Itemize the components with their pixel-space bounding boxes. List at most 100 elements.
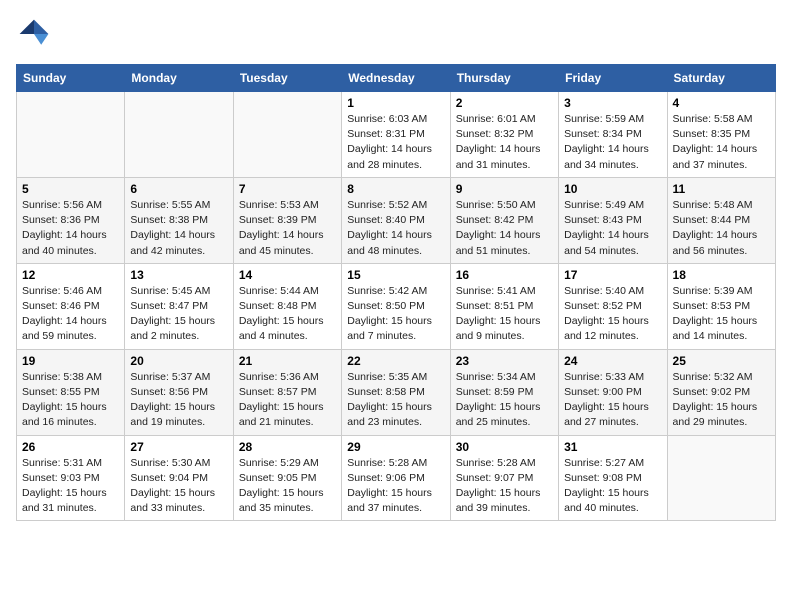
column-header-tuesday: Tuesday bbox=[233, 65, 341, 92]
calendar-cell: 24 Sunrise: 5:33 AMSunset: 9:00 PMDayligh… bbox=[559, 349, 667, 435]
day-info: Sunrise: 5:33 AMSunset: 9:00 PMDaylight:… bbox=[564, 370, 661, 431]
calendar-header-row: SundayMondayTuesdayWednesdayThursdayFrid… bbox=[17, 65, 776, 92]
column-header-thursday: Thursday bbox=[450, 65, 558, 92]
day-number: 26 bbox=[22, 440, 119, 454]
calendar-week-3: 12 Sunrise: 5:46 AMSunset: 8:46 PMDayligh… bbox=[17, 263, 776, 349]
day-info: Sunrise: 5:27 AMSunset: 9:08 PMDaylight:… bbox=[564, 456, 661, 517]
day-number: 10 bbox=[564, 182, 661, 196]
calendar-table: SundayMondayTuesdayWednesdayThursdayFrid… bbox=[16, 64, 776, 521]
day-info: Sunrise: 5:34 AMSunset: 8:59 PMDaylight:… bbox=[456, 370, 553, 431]
day-number: 24 bbox=[564, 354, 661, 368]
calendar-cell: 26 Sunrise: 5:31 AMSunset: 9:03 PMDayligh… bbox=[17, 435, 125, 521]
calendar-cell: 23 Sunrise: 5:34 AMSunset: 8:59 PMDayligh… bbox=[450, 349, 558, 435]
calendar-cell: 15 Sunrise: 5:42 AMSunset: 8:50 PMDayligh… bbox=[342, 263, 450, 349]
calendar-cell: 30 Sunrise: 5:28 AMSunset: 9:07 PMDayligh… bbox=[450, 435, 558, 521]
day-info: Sunrise: 5:50 AMSunset: 8:42 PMDaylight:… bbox=[456, 198, 553, 259]
calendar-cell: 13 Sunrise: 5:45 AMSunset: 8:47 PMDayligh… bbox=[125, 263, 233, 349]
day-info: Sunrise: 5:29 AMSunset: 9:05 PMDaylight:… bbox=[239, 456, 336, 517]
day-info: Sunrise: 5:48 AMSunset: 8:44 PMDaylight:… bbox=[673, 198, 770, 259]
day-number: 31 bbox=[564, 440, 661, 454]
day-number: 28 bbox=[239, 440, 336, 454]
calendar-cell: 19 Sunrise: 5:38 AMSunset: 8:55 PMDayligh… bbox=[17, 349, 125, 435]
day-info: Sunrise: 5:53 AMSunset: 8:39 PMDaylight:… bbox=[239, 198, 336, 259]
calendar-cell: 16 Sunrise: 5:41 AMSunset: 8:51 PMDayligh… bbox=[450, 263, 558, 349]
calendar-cell: 27 Sunrise: 5:30 AMSunset: 9:04 PMDayligh… bbox=[125, 435, 233, 521]
day-number: 30 bbox=[456, 440, 553, 454]
day-info: Sunrise: 5:40 AMSunset: 8:52 PMDaylight:… bbox=[564, 284, 661, 345]
day-info: Sunrise: 5:31 AMSunset: 9:03 PMDaylight:… bbox=[22, 456, 119, 517]
day-number: 8 bbox=[347, 182, 444, 196]
day-number: 17 bbox=[564, 268, 661, 282]
day-number: 3 bbox=[564, 96, 661, 110]
day-number: 7 bbox=[239, 182, 336, 196]
calendar-cell bbox=[125, 92, 233, 178]
column-header-saturday: Saturday bbox=[667, 65, 775, 92]
calendar-cell: 5 Sunrise: 5:56 AMSunset: 8:36 PMDaylight… bbox=[17, 177, 125, 263]
calendar-cell: 11 Sunrise: 5:48 AMSunset: 8:44 PMDayligh… bbox=[667, 177, 775, 263]
day-number: 15 bbox=[347, 268, 444, 282]
day-info: Sunrise: 5:38 AMSunset: 8:55 PMDaylight:… bbox=[22, 370, 119, 431]
day-info: Sunrise: 6:01 AMSunset: 8:32 PMDaylight:… bbox=[456, 112, 553, 173]
day-info: Sunrise: 5:45 AMSunset: 8:47 PMDaylight:… bbox=[130, 284, 227, 345]
logo-icon bbox=[16, 16, 52, 52]
calendar-cell: 29 Sunrise: 5:28 AMSunset: 9:06 PMDayligh… bbox=[342, 435, 450, 521]
column-header-monday: Monday bbox=[125, 65, 233, 92]
calendar-cell: 1 Sunrise: 6:03 AMSunset: 8:31 PMDaylight… bbox=[342, 92, 450, 178]
day-info: Sunrise: 5:35 AMSunset: 8:58 PMDaylight:… bbox=[347, 370, 444, 431]
column-header-wednesday: Wednesday bbox=[342, 65, 450, 92]
day-info: Sunrise: 5:28 AMSunset: 9:06 PMDaylight:… bbox=[347, 456, 444, 517]
calendar-cell bbox=[233, 92, 341, 178]
day-info: Sunrise: 5:58 AMSunset: 8:35 PMDaylight:… bbox=[673, 112, 770, 173]
day-number: 6 bbox=[130, 182, 227, 196]
calendar-cell: 31 Sunrise: 5:27 AMSunset: 9:08 PMDayligh… bbox=[559, 435, 667, 521]
calendar-cell: 28 Sunrise: 5:29 AMSunset: 9:05 PMDayligh… bbox=[233, 435, 341, 521]
day-number: 4 bbox=[673, 96, 770, 110]
day-info: Sunrise: 5:37 AMSunset: 8:56 PMDaylight:… bbox=[130, 370, 227, 431]
day-number: 9 bbox=[456, 182, 553, 196]
calendar-week-4: 19 Sunrise: 5:38 AMSunset: 8:55 PMDayligh… bbox=[17, 349, 776, 435]
day-info: Sunrise: 6:03 AMSunset: 8:31 PMDaylight:… bbox=[347, 112, 444, 173]
day-number: 20 bbox=[130, 354, 227, 368]
day-info: Sunrise: 5:44 AMSunset: 8:48 PMDaylight:… bbox=[239, 284, 336, 345]
day-number: 5 bbox=[22, 182, 119, 196]
day-info: Sunrise: 5:42 AMSunset: 8:50 PMDaylight:… bbox=[347, 284, 444, 345]
day-info: Sunrise: 5:39 AMSunset: 8:53 PMDaylight:… bbox=[673, 284, 770, 345]
calendar-cell: 4 Sunrise: 5:58 AMSunset: 8:35 PMDaylight… bbox=[667, 92, 775, 178]
day-info: Sunrise: 5:30 AMSunset: 9:04 PMDaylight:… bbox=[130, 456, 227, 517]
calendar-cell: 12 Sunrise: 5:46 AMSunset: 8:46 PMDayligh… bbox=[17, 263, 125, 349]
day-info: Sunrise: 5:55 AMSunset: 8:38 PMDaylight:… bbox=[130, 198, 227, 259]
day-number: 19 bbox=[22, 354, 119, 368]
calendar-cell bbox=[667, 435, 775, 521]
day-number: 29 bbox=[347, 440, 444, 454]
calendar-cell: 7 Sunrise: 5:53 AMSunset: 8:39 PMDaylight… bbox=[233, 177, 341, 263]
day-info: Sunrise: 5:52 AMSunset: 8:40 PMDaylight:… bbox=[347, 198, 444, 259]
day-number: 22 bbox=[347, 354, 444, 368]
day-info: Sunrise: 5:32 AMSunset: 9:02 PMDaylight:… bbox=[673, 370, 770, 431]
day-info: Sunrise: 5:46 AMSunset: 8:46 PMDaylight:… bbox=[22, 284, 119, 345]
day-number: 13 bbox=[130, 268, 227, 282]
day-info: Sunrise: 5:56 AMSunset: 8:36 PMDaylight:… bbox=[22, 198, 119, 259]
day-number: 16 bbox=[456, 268, 553, 282]
day-number: 25 bbox=[673, 354, 770, 368]
day-number: 11 bbox=[673, 182, 770, 196]
day-number: 27 bbox=[130, 440, 227, 454]
day-number: 12 bbox=[22, 268, 119, 282]
calendar-cell: 6 Sunrise: 5:55 AMSunset: 8:38 PMDaylight… bbox=[125, 177, 233, 263]
day-number: 14 bbox=[239, 268, 336, 282]
day-number: 1 bbox=[347, 96, 444, 110]
logo bbox=[16, 16, 56, 52]
calendar-cell: 21Sunrise: 5:36 AMSunset: 8:57 PMDayligh… bbox=[233, 349, 341, 435]
calendar-cell bbox=[17, 92, 125, 178]
day-info: Sunrise: 5:36 AMSunset: 8:57 PMDaylight:… bbox=[239, 370, 336, 431]
day-info: Sunrise: 5:59 AMSunset: 8:34 PMDaylight:… bbox=[564, 112, 661, 173]
calendar-cell: 8 Sunrise: 5:52 AMSunset: 8:40 PMDaylight… bbox=[342, 177, 450, 263]
calendar-cell: 20 Sunrise: 5:37 AMSunset: 8:56 PMDayligh… bbox=[125, 349, 233, 435]
day-number: 23 bbox=[456, 354, 553, 368]
calendar-cell: 2 Sunrise: 6:01 AMSunset: 8:32 PMDaylight… bbox=[450, 92, 558, 178]
day-number: 2 bbox=[456, 96, 553, 110]
day-info: Sunrise: 5:41 AMSunset: 8:51 PMDaylight:… bbox=[456, 284, 553, 345]
calendar-cell: 3 Sunrise: 5:59 AMSunset: 8:34 PMDaylight… bbox=[559, 92, 667, 178]
calendar-week-5: 26 Sunrise: 5:31 AMSunset: 9:03 PMDayligh… bbox=[17, 435, 776, 521]
day-info: Sunrise: 5:28 AMSunset: 9:07 PMDaylight:… bbox=[456, 456, 553, 517]
column-header-sunday: Sunday bbox=[17, 65, 125, 92]
